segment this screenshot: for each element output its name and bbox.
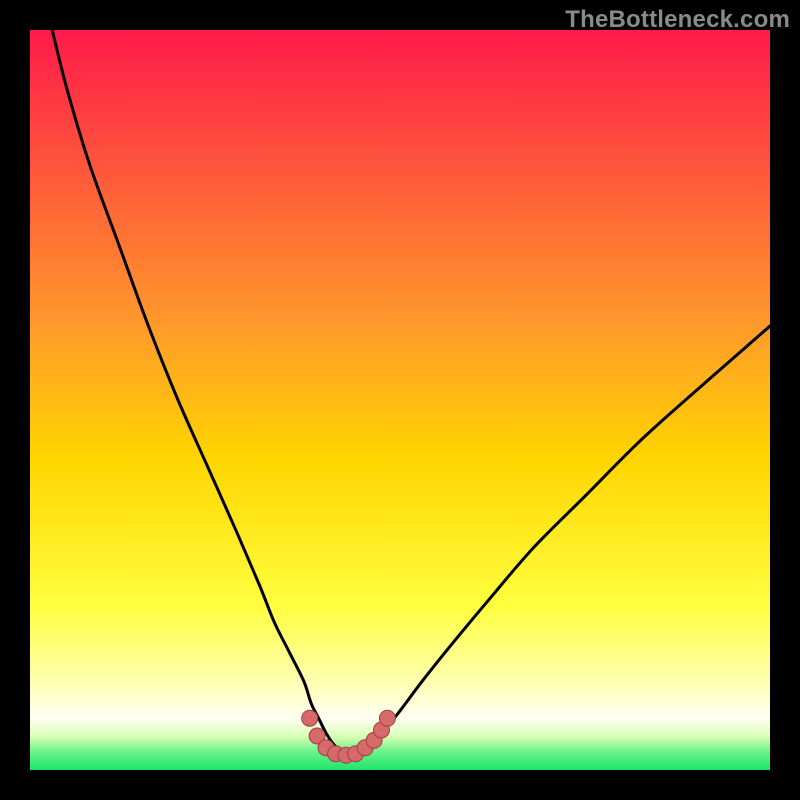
outer-frame: TheBottleneck.com	[0, 0, 800, 800]
optimal-dot	[302, 710, 318, 726]
optimal-dot	[379, 710, 395, 726]
watermark-text: TheBottleneck.com	[565, 6, 790, 34]
plot-area	[30, 30, 770, 770]
chart-svg	[30, 30, 770, 770]
gradient-background	[30, 30, 770, 770]
